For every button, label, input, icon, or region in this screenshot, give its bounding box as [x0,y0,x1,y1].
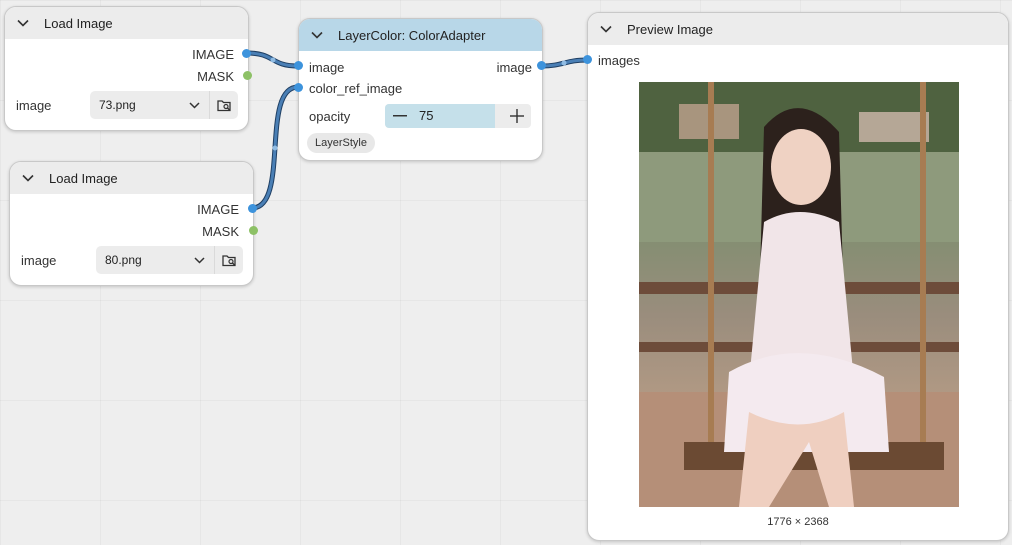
node-header[interactable]: Preview Image [588,13,1008,45]
input-label-images: images [598,53,640,68]
node-header[interactable]: Load Image [10,162,253,194]
chevron-down-icon [184,256,214,264]
output-label-image: image [496,60,532,75]
chevron-down-icon[interactable] [16,16,30,30]
output-slot-mask[interactable] [249,226,258,235]
link-load2-to-adapter-colorref [249,84,301,211]
output-label-mask: MASK [197,69,234,84]
image-select-value: 73.png [99,98,136,112]
image-select[interactable]: 73.png [90,91,238,119]
widget-label-image: image [21,253,57,268]
image-select-value: 80.png [105,253,142,267]
image-dimensions: 1776 × 2368 [767,516,829,528]
output-label-image: IMAGE [197,202,239,217]
output-label-mask: MASK [202,224,239,239]
load-image-node-1[interactable]: Load Image IMAGE MASK image 73.png [4,6,249,131]
node-source-badge: LayerStyle [307,133,375,153]
preview-image [639,82,959,507]
node-title: Preview Image [627,21,713,37]
input-label-image: image [309,60,345,75]
preview-image-node[interactable]: Preview Image images 1776 × 2368 [587,12,1009,541]
chevron-down-icon[interactable] [599,22,613,36]
chevron-down-icon[interactable] [310,28,324,42]
color-adapter-node[interactable]: LayerColor: ColorAdapter image color_ref… [298,18,543,161]
load-image-node-2[interactable]: Load Image IMAGE MASK image 80.png [9,161,254,286]
minus-icon[interactable] [385,104,415,128]
input-slot-image[interactable] [294,61,303,70]
plus-icon[interactable] [503,104,531,128]
link-adapter-to-preview [538,57,590,69]
input-slot-images[interactable] [583,55,592,64]
image-select[interactable]: 80.png [96,246,243,274]
output-slot-image[interactable] [248,204,257,213]
input-slot-color-ref-image[interactable] [294,83,303,92]
output-slot-image[interactable] [537,61,546,70]
node-title: Load Image [44,15,113,31]
folder-search-icon[interactable] [214,246,243,274]
chevron-down-icon[interactable] [21,171,35,185]
node-title: Load Image [49,170,118,186]
opacity-value: 75 [419,108,434,123]
preview-image-illustration [639,82,959,507]
node-header[interactable]: Load Image [5,7,248,39]
link-load1-to-adapter-image [244,50,301,69]
node-title: LayerColor: ColorAdapter [338,27,486,43]
opacity-stepper[interactable]: 75 [385,104,531,128]
node-header[interactable]: LayerColor: ColorAdapter [299,19,542,51]
output-label-image: IMAGE [192,47,234,62]
opacity-label: opacity [309,109,351,124]
folder-search-icon[interactable] [209,91,238,119]
output-slot-image[interactable] [242,49,251,58]
output-slot-mask[interactable] [243,71,252,80]
widget-label-image: image [16,98,52,113]
chevron-down-icon [179,101,209,109]
input-label-color-ref-image: color_ref_image [309,81,403,96]
